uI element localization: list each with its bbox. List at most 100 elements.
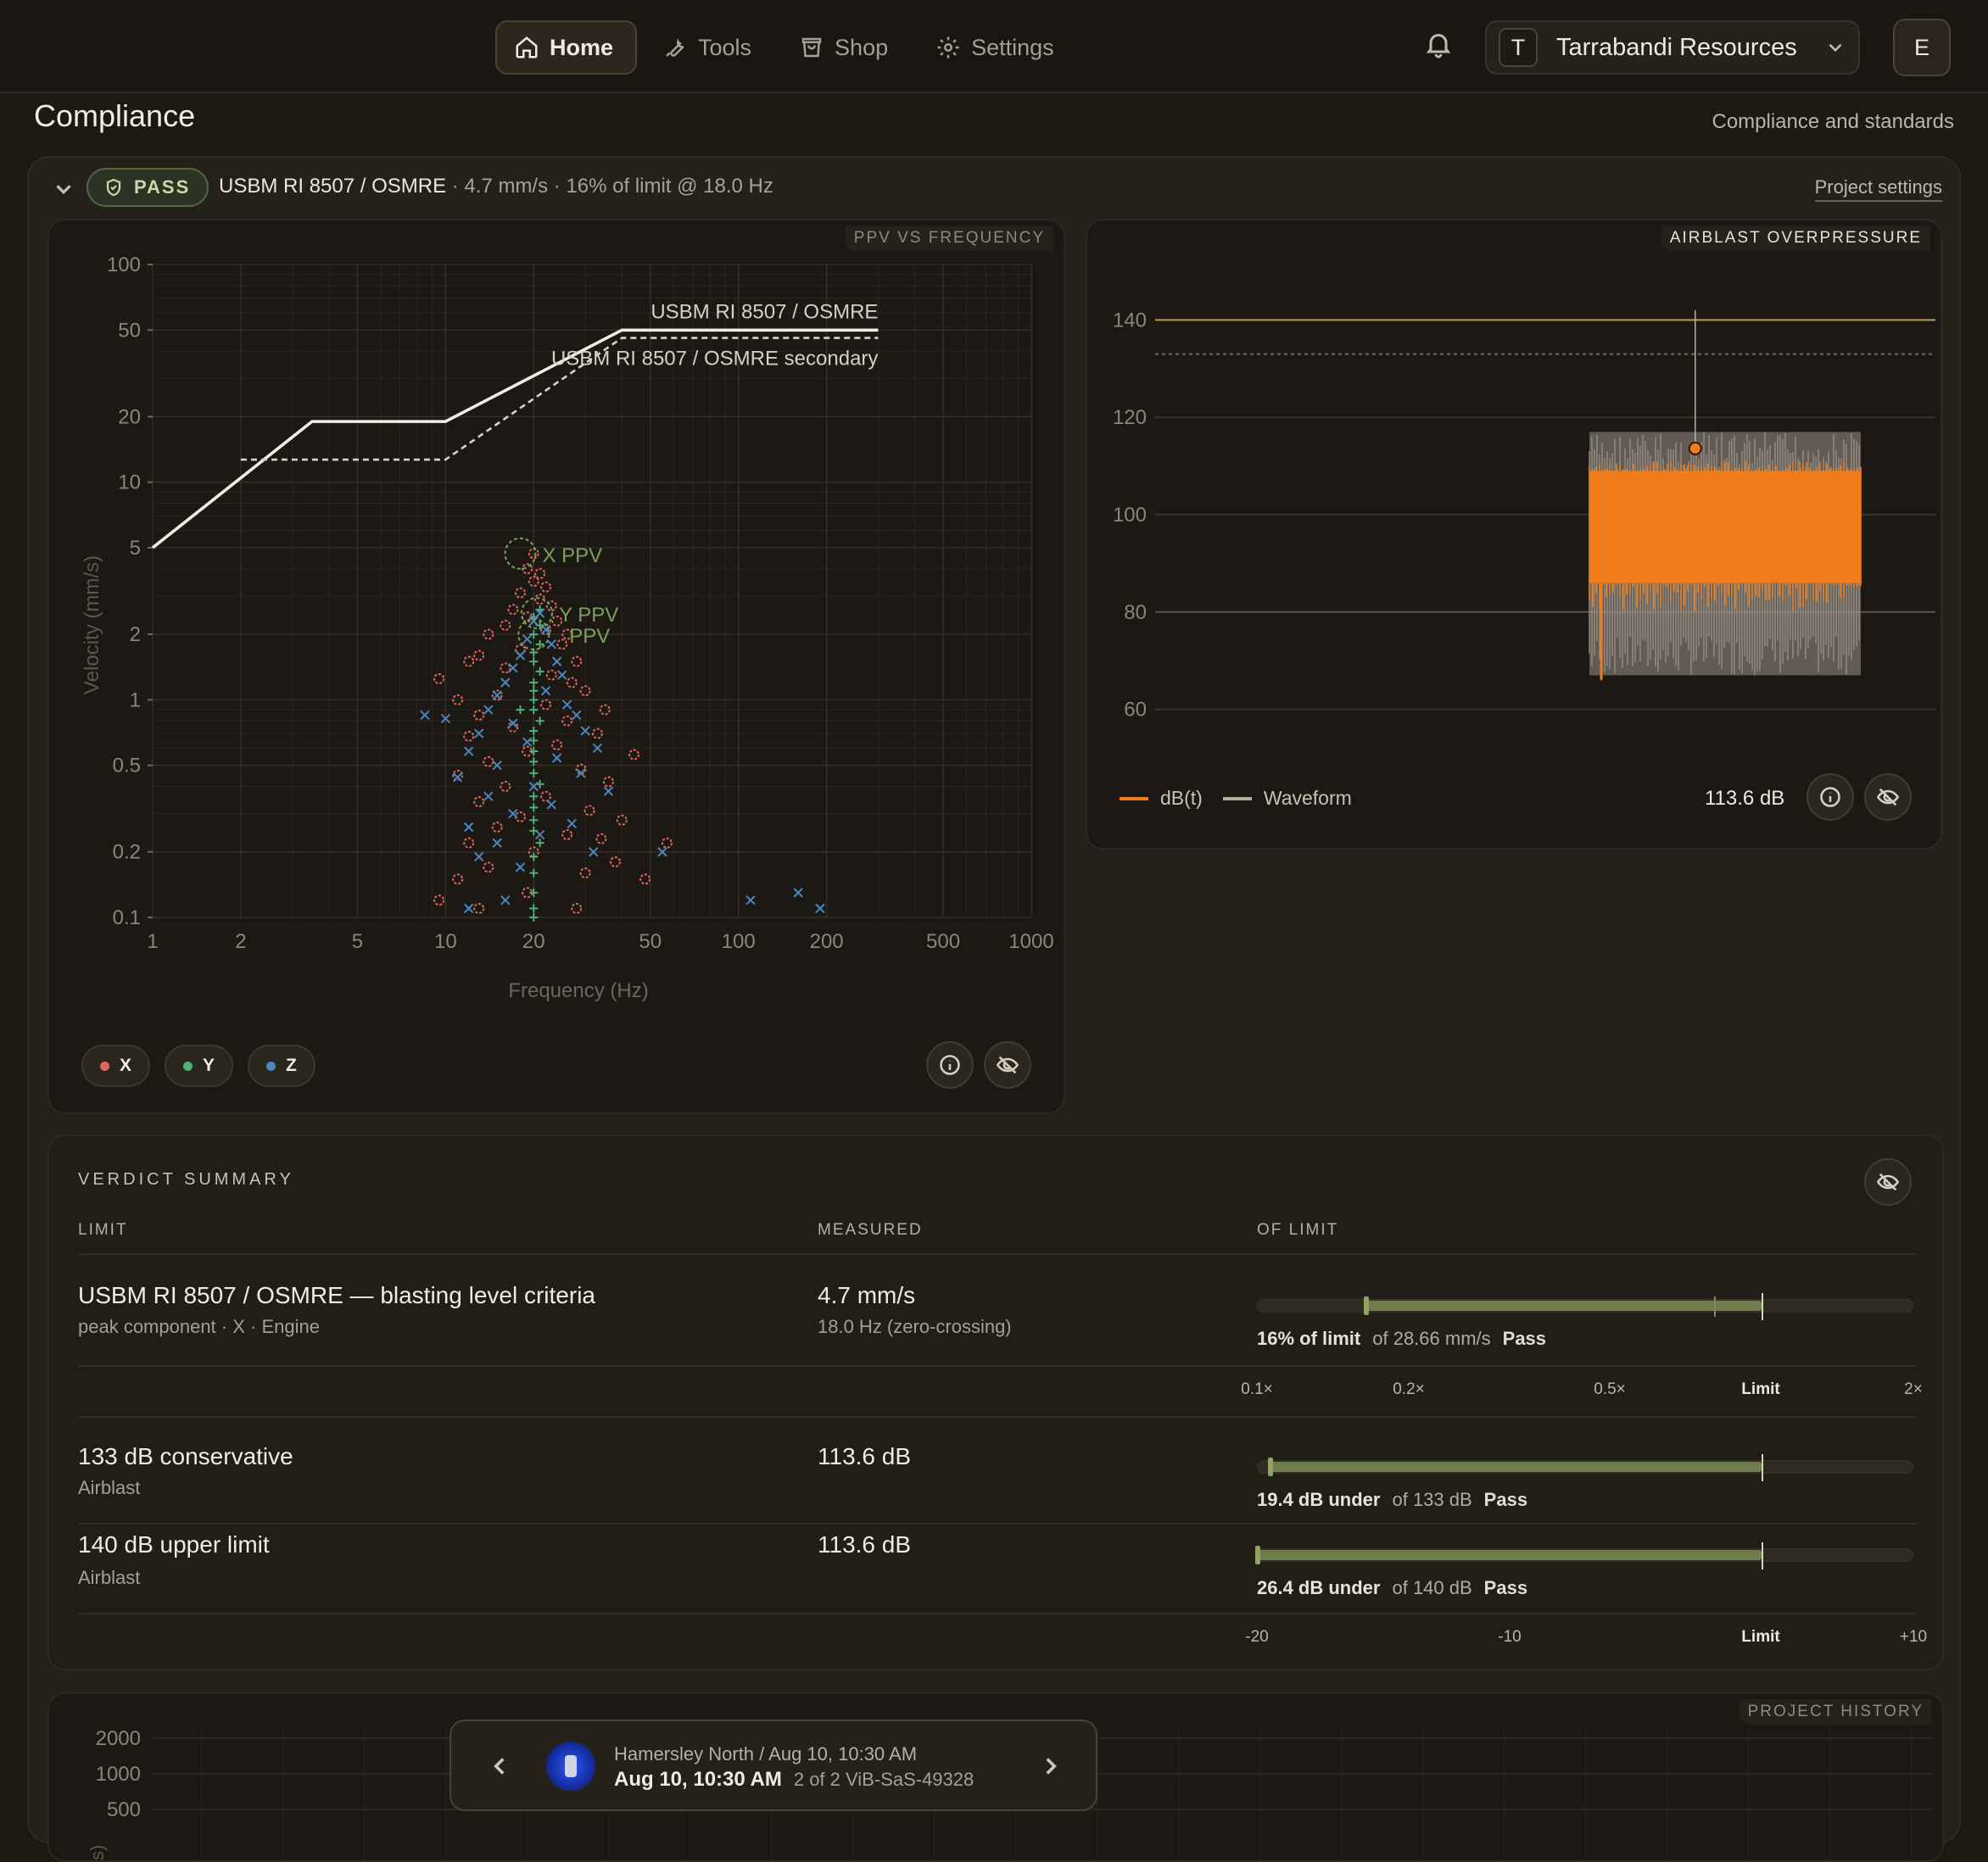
of-limit-bar-marker — [1268, 1458, 1274, 1476]
organization-switcher[interactable]: T Tarrabandi Resources — [1485, 20, 1860, 75]
data-point-y — [535, 839, 544, 848]
header-divider — [78, 1253, 1917, 1255]
data-point-x — [483, 861, 494, 873]
data-point-x — [507, 604, 519, 616]
data-point-x — [463, 655, 475, 667]
data-point-z — [534, 829, 545, 840]
ppv-vs-frequency-panel: 1 2 5 10 20 50 100 200 500 1000 100 50 20 10 5 2 1 0.5 0.2… — [47, 219, 1065, 1114]
data-point-z — [793, 888, 803, 898]
x-tick-label: 5 — [352, 930, 363, 953]
collapse-toggle[interactable] — [51, 176, 76, 202]
main-nav: Home Tools Shop Settings — [495, 20, 1076, 75]
data-point-x — [545, 669, 557, 681]
row-divider — [78, 1365, 1917, 1367]
compliance-card-header: PASS USBM RI 8507 / OSMRE · 4.7 mm/s · 1… — [29, 158, 1959, 217]
hide-chart-button[interactable] — [1864, 773, 1912, 821]
db-scale-label: -10 — [1498, 1628, 1522, 1646]
y-tick-label: 10 — [118, 471, 141, 494]
panel-label: AIRBLAST OVERPRESSURE — [1661, 226, 1930, 251]
nav-home[interactable]: Home — [495, 20, 638, 75]
summary-details: · 4.7 mm/s · 16% of limit @ 18.0 Hz — [446, 175, 773, 198]
data-point-y — [529, 695, 539, 705]
nav-shop[interactable]: Shop — [782, 20, 910, 75]
y-tick-label: 2000 — [96, 1727, 141, 1750]
y-tick-label: 120 — [1113, 406, 1147, 429]
ppv-annotation: PPV — [569, 625, 610, 648]
airblast-chart: 140 120 100 80 60 — [1113, 309, 1935, 722]
data-point-x — [610, 856, 622, 867]
airblast-peak-readout: 113.6 dB — [1705, 787, 1785, 810]
x-tick-label: 20 — [522, 930, 545, 953]
info-icon — [1820, 787, 1840, 807]
hide-chart-button[interactable] — [984, 1041, 1031, 1089]
y-tick-label: 0.2 — [113, 841, 141, 864]
top-navigation-bar: Home Tools Shop Settings T Tarrabandi Re… — [0, 0, 1988, 93]
data-point-z — [551, 656, 562, 666]
data-point-x — [473, 902, 485, 914]
compliance-summary: USBM RI 8507 / OSMRE · 4.7 mm/s · 16% of… — [219, 175, 773, 198]
legend-dot-z — [266, 1061, 276, 1071]
legend-swatch-dbt — [1120, 796, 1148, 800]
of-limit-value: 16% of limit — [1257, 1328, 1361, 1349]
of-limit-value: 26.4 dB under — [1257, 1577, 1381, 1598]
of-limit-bar — [1257, 1454, 1913, 1481]
limit-marker — [1762, 1542, 1763, 1569]
user-avatar-button[interactable]: E — [1893, 19, 1951, 76]
data-point-z — [546, 800, 556, 810]
data-point-y — [529, 852, 539, 861]
section-divider — [78, 1416, 1917, 1418]
x-axis-label: Frequency (Hz) — [508, 979, 648, 1002]
ratio-scale-label: 0.1× — [1241, 1380, 1273, 1398]
db-scale-label: +10 — [1899, 1628, 1928, 1646]
of-limit-bar-marker — [1363, 1296, 1369, 1315]
y-tick-label: 140 — [1113, 309, 1147, 332]
data-point-z — [551, 753, 562, 763]
data-point-y — [535, 716, 544, 726]
x-tick-label: 100 — [722, 930, 756, 953]
chevron-right-icon[interactable] — [1036, 1752, 1065, 1781]
data-point-z — [540, 686, 551, 696]
of-limit-text: 16% of limit of 28.66 mm/s Pass — [1257, 1328, 1546, 1350]
data-point-z — [500, 677, 511, 688]
y-tick-label: 2 — [130, 623, 141, 646]
hide-verdict-button[interactable] — [1864, 1158, 1912, 1206]
y-tick-label: 20 — [118, 405, 141, 428]
status-badge: PASS — [87, 168, 209, 207]
info-button[interactable] — [1807, 773, 1854, 821]
data-point-x — [561, 828, 573, 840]
legend-chip-y[interactable]: Y — [165, 1045, 234, 1087]
legend-chip-x[interactable]: X — [81, 1045, 151, 1087]
legend-chip-z[interactable]: Z — [248, 1045, 316, 1087]
data-point-y — [529, 868, 539, 878]
airblast-legend: dB(t) Waveform — [1120, 787, 1352, 810]
data-point-z — [515, 862, 526, 872]
chevron-left-icon[interactable] — [485, 1752, 514, 1781]
row-measured: 4.7 mm/s — [818, 1282, 916, 1308]
row-limit-name: 133 dB conservative — [78, 1443, 293, 1469]
data-point-y — [535, 666, 544, 676]
y-tick-label: 60 — [1124, 699, 1147, 722]
event-position: 2 of 2 ViB-SaS-49328 — [793, 1769, 974, 1790]
data-point-x — [452, 873, 464, 885]
column-header-of-limit: OF LIMIT — [1257, 1221, 1339, 1239]
data-point-x — [602, 776, 614, 788]
data-point-y — [529, 705, 539, 715]
data-point-z — [567, 818, 578, 828]
data-point-z — [492, 690, 502, 700]
data-point-z — [572, 710, 582, 721]
data-point-x — [628, 749, 640, 761]
x-tick-label: 200 — [810, 930, 844, 953]
limit-line-label: USBM RI 8507 / OSMRE — [651, 300, 878, 323]
nav-tools[interactable]: Tools — [645, 20, 773, 75]
event-title: Hamersley North / Aug 10, 10:30 AM — [614, 1743, 918, 1764]
row-measured: 113.6 dB — [818, 1443, 912, 1469]
nav-settings[interactable]: Settings — [919, 20, 1076, 75]
project-settings-link[interactable]: Project settings — [1814, 176, 1942, 202]
data-point-z — [515, 650, 526, 661]
notifications-button[interactable] — [1423, 29, 1454, 59]
data-point-y — [529, 803, 539, 812]
ratio-scale-label: Limit — [1741, 1380, 1780, 1398]
data-point-x — [534, 568, 546, 580]
data-point-z — [561, 700, 572, 710]
info-button[interactable] — [926, 1041, 974, 1089]
